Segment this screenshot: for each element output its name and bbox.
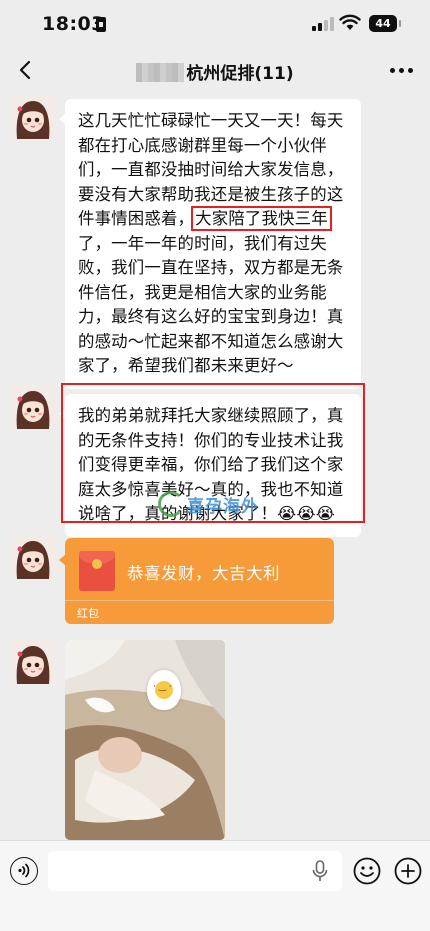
watermark: 喜孕海外 [158,491,259,517]
microphone-icon[interactable] [312,860,328,882]
watermark-text: 喜孕海外 [187,496,259,517]
message-input[interactable] [48,851,342,891]
battery-icon: 44 [369,15,401,32]
chat-title-text: 杭州促排(11) [186,64,294,84]
privacy-sticker-icon [147,670,181,710]
avatar[interactable] [11,385,55,429]
avatar[interactable] [11,95,55,139]
message-bubble[interactable]: 这几天忙忙碌碌忙一天又一天！每天都在打心底感谢群里每一个小伙伴们，一直都没抽时间… [59,99,361,389]
signal-icon [312,17,334,31]
chat-title: 杭州促排(11) [0,59,430,84]
emoji-icon[interactable] [353,857,381,885]
red-packet-message[interactable]: 恭喜发财，大吉大利 红包 [59,538,334,624]
watermark-logo-icon [158,491,184,517]
lock-icon [96,17,106,32]
photo-message[interactable] [65,640,225,840]
nav-bar: 杭州促排(11) [0,50,430,92]
chat-area[interactable]: 这几天忙忙碌碌忙一天又一天！每天都在打心底感谢群里每一个小伙伴们，一直都没抽时间… [0,92,430,840]
red-packet-label: 红包 [77,607,99,620]
wifi-icon [339,14,361,30]
avatar[interactable] [11,535,55,579]
input-bar [0,840,430,931]
status-bar: 18:03 44 [0,0,430,50]
baby-photo [65,640,225,840]
message-text-continued: 了，一年一年的时间，我们有过失败，我们一直在坚持，双方都是无条件信任，我更是相信… [78,233,344,376]
highlighted-text: 大家陪了我快三年 [191,206,332,231]
voice-icon[interactable] [10,857,38,885]
plus-icon[interactable] [394,857,422,885]
red-packet-icon [79,551,115,591]
red-packet-greeting: 恭喜发财，大吉大利 [127,564,280,583]
avatar[interactable] [11,640,55,684]
more-icon[interactable] [390,60,414,80]
red-packet-footer: 红包 [65,600,334,624]
blurred-title-prefix [136,63,185,82]
